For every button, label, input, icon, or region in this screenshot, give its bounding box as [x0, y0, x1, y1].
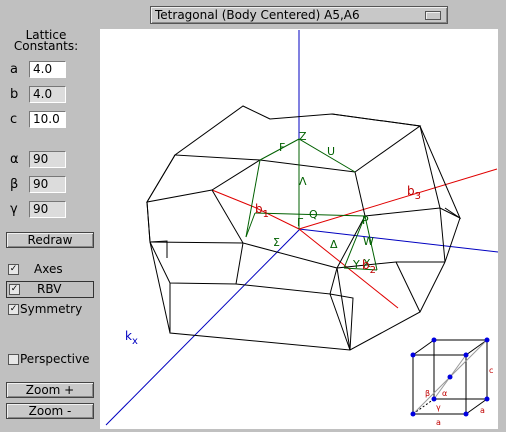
brillouin-zone-viewport[interactable]: Z F U Λ Q P Γ Σ Δ W Y X b3 b1 b2 kx c a … — [100, 29, 499, 429]
label-b1: b1 — [255, 202, 269, 220]
label-gamma: γ — [10, 202, 18, 217]
label-c: c — [10, 112, 18, 127]
axes-label: Axes — [34, 262, 63, 276]
b1-vector-tail — [211, 189, 255, 208]
label-U: U — [327, 145, 335, 158]
label-W: W — [363, 235, 374, 248]
brillouin-zone-canvas: Z F U Λ Q P Γ Σ Δ W Y X b3 b1 b2 kx c a … — [105, 30, 499, 427]
conventional-cell-inset: c a a α β γ — [410, 337, 493, 427]
lattice-c-input[interactable]: 10.0 — [29, 111, 66, 128]
label-b3: b3 — [407, 184, 421, 202]
label-a: a — [10, 62, 18, 77]
redraw-button[interactable]: Redraw — [6, 232, 94, 248]
rbv-label: RBV — [37, 282, 62, 296]
label-Lambda: Λ — [299, 175, 307, 188]
label-b: b — [10, 87, 19, 102]
axes-checkbox[interactable]: ✓ — [8, 264, 19, 275]
zoom-in-button[interactable]: Zoom + — [6, 382, 94, 398]
lattice-b-input[interactable]: 4.0 — [29, 86, 66, 103]
label-Z: Z — [299, 130, 307, 143]
inset-label-beta: β — [425, 389, 430, 398]
perspective-label: Perspective — [20, 352, 90, 366]
lattice-type-select[interactable]: Tetragonal (Body Centered) A5,A6 — [150, 6, 448, 24]
label-P: P — [362, 214, 369, 227]
b3-vector — [298, 168, 498, 230]
inset-label-c: c — [489, 366, 493, 375]
symmetry-label: Symmetry — [20, 302, 83, 316]
ky-axis — [298, 228, 499, 253]
rbv-checkbox-row[interactable]: ✓ RBV — [6, 281, 94, 298]
label-b2: b2 — [362, 258, 376, 276]
label-Delta: Δ — [330, 238, 338, 251]
lattice-a-input[interactable]: 4.0 — [29, 61, 66, 78]
label-Gamma: Γ — [297, 216, 304, 229]
symmetry-lines — [245, 138, 378, 271]
zoom-out-button[interactable]: Zoom - — [6, 403, 94, 419]
panel-heading-constants: Constants: — [13, 39, 79, 53]
inset-label-a-right: a — [480, 406, 485, 415]
inset-label-gamma: γ — [436, 403, 441, 412]
lattice-type-value: Tetragonal (Body Centered) A5,A6 — [155, 8, 360, 22]
label-Sigma: Σ — [273, 236, 280, 249]
lattice-alpha-input[interactable]: 90 — [29, 151, 66, 168]
symmetry-checkbox-row[interactable]: ✓ Symmetry — [6, 302, 92, 316]
axes-checkbox-row[interactable]: ✓ Axes — [6, 262, 92, 276]
label-F: F — [279, 141, 285, 154]
symmetry-checkbox[interactable]: ✓ — [8, 304, 19, 315]
lattice-beta-input[interactable]: 90 — [29, 176, 66, 193]
label-Q: Q — [309, 208, 318, 221]
perspective-checkbox[interactable] — [8, 354, 19, 365]
perspective-checkbox-row[interactable]: Perspective — [6, 352, 96, 366]
inset-label-alpha: α — [442, 389, 447, 398]
label-kx: kx — [125, 329, 138, 347]
inset-label-a-bottom: a — [436, 418, 441, 427]
label-beta: β — [10, 177, 19, 192]
label-Y: Y — [352, 258, 360, 271]
lattice-gamma-input[interactable]: 90 — [29, 201, 66, 218]
kx-axis — [105, 228, 301, 426]
rbv-checkbox[interactable]: ✓ — [9, 284, 20, 295]
dropdown-button-icon[interactable] — [425, 11, 441, 20]
label-alpha: α — [10, 152, 19, 167]
